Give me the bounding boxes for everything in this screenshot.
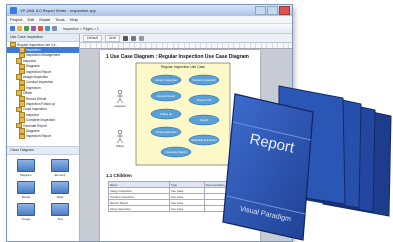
tree-item-label: Inspector — [26, 112, 40, 117]
menu-model[interactable]: Model — [39, 17, 50, 22]
use-case-label: Inspect Unit — [197, 98, 212, 102]
underline-icon[interactable] — [139, 35, 145, 41]
template-item[interactable]: Table — [43, 181, 77, 199]
tree-item-label: Inspection Follow up — [26, 101, 56, 106]
template-icon — [51, 203, 69, 216]
menu-help[interactable]: Help — [70, 17, 78, 22]
tree-item-label: Generate Report — [23, 123, 47, 128]
maximize-button[interactable] — [267, 6, 278, 15]
table-cell: Use Case — [169, 205, 205, 212]
tree-item-label: Officer — [23, 91, 33, 96]
ruler — [80, 43, 292, 49]
style-select[interactable]: Default — [83, 34, 103, 42]
table-cell: Close Inspection — [107, 205, 171, 212]
tree-item-label: Inspection — [26, 48, 41, 53]
section-heading: 1.1 Children — [106, 173, 132, 178]
template-item[interactable]: Image — [9, 203, 43, 221]
template-item[interactable]: Diagram — [9, 159, 43, 177]
zoom-icon[interactable] — [52, 26, 57, 31]
actor-label: Inspector — [114, 104, 126, 108]
close-button[interactable] — [279, 6, 290, 15]
format-bar: Default Arial — [80, 34, 292, 43]
template-item[interactable]: Element — [43, 159, 77, 177]
undo-icon[interactable] — [38, 26, 43, 31]
report-books-illustration: Report Visual Paradigm — [222, 85, 392, 241]
tree-item-label: Regular Inspection Use Ca... — [17, 42, 58, 47]
open-icon[interactable] — [17, 26, 22, 31]
tree-item-label: Inspection — [26, 85, 41, 90]
model-tree: Regular Inspection Use Ca... Inspection In… — [7, 42, 79, 146]
template-palette: Diagram Element Model Table Image Text — [7, 155, 79, 225]
use-case-label: Close Inspection — [156, 130, 177, 134]
redo-icon[interactable] — [45, 26, 50, 31]
tree-item-label: Close Inspection — [23, 107, 47, 112]
use-case-label: Generate Report — [166, 150, 187, 154]
page-heading: 1 Use Case Diagram : Regular Inspection … — [106, 54, 249, 60]
actor-figure — [117, 129, 123, 144]
folder-icon — [10, 42, 16, 48]
menu-project[interactable]: Project — [10, 17, 22, 22]
template-item[interactable]: Text — [43, 203, 77, 221]
tree-item-label: Diagrams — [26, 128, 40, 133]
title-bar: VP-UML 8.0 Report Writer - Inspection.vp… — [7, 5, 292, 16]
template-icon — [17, 159, 35, 172]
template-icon — [17, 203, 35, 216]
actor-label: Officer — [116, 144, 124, 148]
template-label: Table — [56, 195, 64, 199]
tree-item-label: Inspector — [23, 58, 37, 63]
bold-icon[interactable] — [123, 35, 129, 41]
menu-edit[interactable]: Edit — [27, 17, 34, 22]
tree-item-label: Diagrams — [26, 64, 40, 69]
template-label: Image — [21, 217, 31, 221]
template-icon — [51, 159, 69, 172]
italic-icon[interactable] — [131, 35, 137, 41]
tree-item-label: Inspection Management — [26, 53, 61, 58]
system-title: Regular Inspection Use Case — [161, 65, 205, 69]
tree-item[interactable]: Inspection Report — [7, 133, 79, 140]
menu-bar: Project Edit Model Tools Help — [7, 16, 292, 24]
menu-tools[interactable]: Tools — [55, 17, 64, 22]
window-controls — [255, 6, 290, 15]
front-book: Report Visual Paradigm — [222, 93, 314, 241]
tree-item-label: Inspection Report — [26, 134, 51, 139]
use-case-label: Record Result — [157, 94, 175, 98]
template-item[interactable]: Model — [9, 181, 43, 199]
template-icon — [17, 181, 35, 194]
tree-item-label: Assign Inspection — [23, 75, 48, 80]
minimize-button[interactable] — [255, 6, 266, 15]
new-icon[interactable] — [10, 26, 15, 31]
window-title: VP-UML 8.0 Report Writer - Inspection.vp… — [20, 8, 96, 13]
folder-icon — [19, 133, 25, 140]
template-icon — [51, 181, 69, 194]
app-icon — [10, 7, 17, 14]
model-tree-header: Use Case Inspection — [7, 34, 79, 42]
tree-item-label: Record Result — [26, 96, 47, 101]
tree-item-label: Inspection Report — [26, 69, 51, 74]
use-case-label: Report — [200, 118, 209, 122]
use-case-label: Assign Inspection — [155, 78, 177, 82]
toolbar: Inspection > Pages > 1 — [7, 24, 292, 34]
save-icon[interactable] — [24, 26, 29, 31]
print-icon[interactable] — [31, 26, 36, 31]
tree-item-label: Conduct Inspection — [26, 80, 54, 85]
use-case-label: Follow up — [160, 112, 172, 116]
template-label: Element — [54, 173, 66, 177]
actor-figure — [117, 89, 123, 104]
tree-item-label: Complete Inspection — [26, 118, 56, 123]
font-select[interactable]: Arial — [105, 34, 121, 42]
breadcrumb: Inspection > Pages > 1 — [63, 26, 99, 31]
left-panel: Use Case Inspection Regular Inspection U… — [7, 34, 80, 241]
template-label: Text — [57, 217, 63, 221]
templates-header: Class Diagram — [7, 146, 79, 155]
template-label: Diagram — [20, 173, 32, 177]
template-label: Model — [21, 195, 31, 199]
